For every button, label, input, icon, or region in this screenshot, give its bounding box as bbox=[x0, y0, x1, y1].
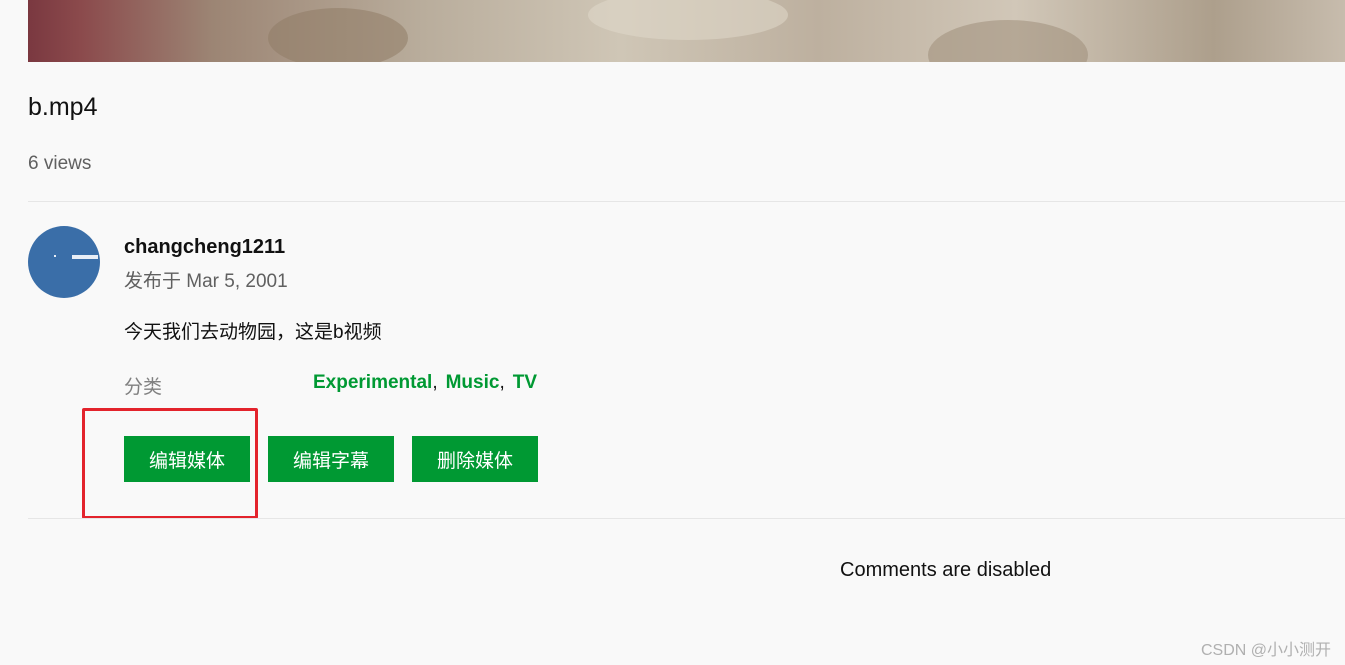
category-link-experimental[interactable]: Experimental bbox=[313, 372, 432, 393]
comments-disabled-notice: Comments are disabled bbox=[840, 559, 1052, 581]
video-description: 今天我们去动物园，这是b视频 bbox=[124, 322, 382, 343]
video-player-thumbnail[interactable] bbox=[28, 0, 1345, 62]
avatar[interactable] bbox=[28, 226, 100, 298]
category-list: Experimental, Music, TV bbox=[313, 372, 537, 394]
edit-media-button[interactable]: 编辑媒体 bbox=[124, 436, 250, 482]
category-separator: , bbox=[499, 372, 505, 393]
categories-label: 分类 bbox=[124, 377, 163, 398]
media-page: b.mp4 6 views changcheng1211 发布于 Mar 5, … bbox=[0, 0, 1345, 665]
category-link-tv[interactable]: TV bbox=[513, 372, 537, 393]
watermark: CSDN @小小测开 bbox=[1200, 642, 1331, 659]
edit-subtitles-button[interactable]: 编辑字幕 bbox=[268, 436, 394, 482]
delete-media-button[interactable]: 删除媒体 bbox=[412, 436, 538, 482]
divider-top bbox=[28, 201, 1345, 202]
publish-date: 发布于 Mar 5, 2001 bbox=[124, 271, 288, 292]
category-link-music[interactable]: Music bbox=[446, 372, 500, 393]
view-count: 6 views bbox=[28, 153, 92, 174]
category-separator: , bbox=[432, 372, 438, 393]
uploader-name[interactable]: changcheng1211 bbox=[124, 236, 285, 259]
video-title: b.mp4 bbox=[28, 93, 98, 121]
divider-bottom bbox=[28, 518, 1345, 519]
